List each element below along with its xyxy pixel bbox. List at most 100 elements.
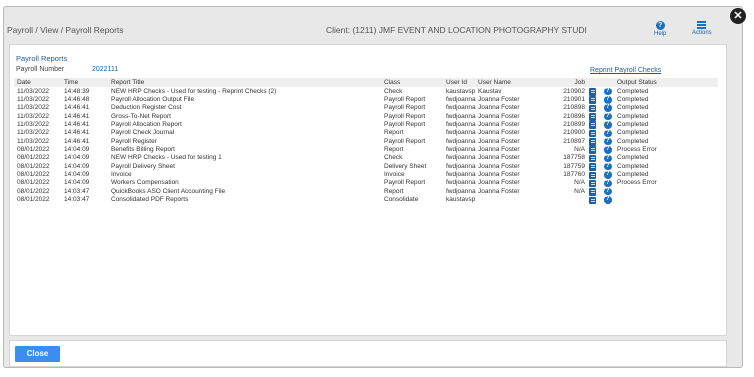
report-help-icon[interactable]: ? (604, 179, 612, 188)
report-help-icon[interactable]: ? (604, 146, 612, 154)
cell-user-name: Joanna Foster (478, 112, 520, 120)
col-output-status[interactable]: Output Status (617, 79, 657, 86)
report-help-icon[interactable]: ? (604, 112, 612, 121)
table-row: 11/03/2022 14:46:41 Payroll Allocation Rep… (14, 121, 718, 129)
col-class[interactable]: Class (384, 79, 400, 86)
help-label: Help (654, 31, 667, 37)
report-document-icon[interactable] (589, 196, 596, 205)
cell-report-title: Workers Compensation (111, 179, 179, 187)
report-document-icon[interactable] (589, 88, 596, 96)
report-help-icon[interactable]: ? (604, 121, 612, 129)
cell-report-title: Invoice (111, 171, 132, 178)
cell-user-name: Joanna Foster (478, 145, 520, 153)
cell-date: 11/03/2022 (17, 112, 50, 120)
table-row: 08/01/2022 14:04:09 Workers Compensation Pa… (14, 179, 718, 188)
col-job[interactable]: Job (524, 79, 585, 86)
cell-user-name: Kaustav (478, 87, 502, 95)
report-document-icon[interactable] (589, 179, 596, 188)
cell-user-name: Joanna Foster (478, 137, 520, 145)
cell-report-title: Gross-To-Net Report (111, 112, 171, 120)
cell-job: 187759 (563, 162, 585, 170)
report-document-icon[interactable] (589, 163, 596, 171)
report-help-icon[interactable]: ? (604, 187, 612, 196)
report-help-icon[interactable]: ? (604, 104, 612, 112)
cell-output-status: Completed (617, 95, 649, 103)
cell-job: N/A (574, 179, 585, 187)
report-document-icon[interactable] (589, 104, 596, 113)
cell-user-name: Joanna Foster (478, 129, 520, 137)
cell-time: 14:46:41 (64, 112, 90, 120)
cell-job: 187760 (563, 171, 585, 178)
report-document-icon[interactable] (589, 96, 596, 104)
cell-output-status: Completed (617, 120, 649, 128)
report-document-icon[interactable] (589, 138, 596, 146)
report-help-icon[interactable]: ? (604, 154, 612, 163)
report-help-icon[interactable]: ? (604, 162, 612, 171)
report-help-icon[interactable]: ? (604, 196, 612, 204)
actions-button[interactable]: Actions (692, 21, 712, 36)
cell-class: Report (384, 187, 404, 195)
cell-time: 14:04:09 (64, 154, 90, 162)
col-user-id[interactable]: User Id (446, 79, 479, 86)
cell-user-id: fwdjoanna (446, 104, 476, 112)
cell-time: 14:46:41 (64, 120, 90, 128)
report-help-icon[interactable]: ? (604, 87, 612, 96)
cell-job: N/A (574, 145, 585, 153)
cell-job: 210896 (563, 112, 585, 120)
reprint-payroll-checks-link[interactable]: Reprint Payroll Checks (590, 67, 661, 74)
cell-user-id: fwdjoanna (446, 129, 476, 137)
report-document-icon[interactable] (589, 121, 596, 129)
breadcrumb: Payroll / View / Payroll Reports (7, 25, 124, 35)
report-document-icon[interactable] (589, 129, 596, 138)
footer-bar: Close (9, 340, 727, 367)
col-report-title[interactable]: Report Title (111, 79, 144, 86)
cell-user-id: fwdjoanna (446, 145, 476, 153)
col-time[interactable]: Time (64, 79, 78, 86)
cell-class: Delivery Sheet (384, 162, 427, 170)
help-button[interactable]: ? Help (654, 21, 666, 37)
cell-class: Check (384, 154, 403, 162)
payroll-reports-window: Payroll / View / Payroll Reports Client:… (3, 6, 746, 368)
cell-report-title: NEW HRP Checks - Used for testing 1 (111, 154, 222, 162)
cell-job: 210901 (563, 95, 585, 103)
cell-output-status: Completed (617, 171, 649, 178)
cell-date: 11/03/2022 (17, 120, 50, 128)
report-document-icon[interactable] (589, 188, 596, 196)
cell-time: 14:46:48 (64, 95, 90, 103)
report-help-icon[interactable]: ? (604, 171, 612, 179)
cell-class: Invoice (384, 171, 405, 178)
report-document-icon[interactable] (589, 171, 596, 179)
cell-output-status: Process Error (617, 179, 657, 187)
report-help-icon[interactable]: ? (604, 129, 612, 138)
cell-job: 187758 (563, 154, 585, 162)
report-document-icon[interactable] (589, 154, 596, 163)
close-icon[interactable]: ✕ (730, 8, 746, 24)
cell-job: N/A (574, 187, 585, 195)
client-title: Client: (1211) JMF EVENT AND LOCATION PH… (326, 25, 587, 35)
panel-title: Payroll Reports (16, 54, 68, 63)
cell-class: Payroll Report (384, 95, 426, 103)
report-document-icon[interactable] (589, 113, 596, 121)
cell-user-name: Joanna Foster (478, 104, 520, 112)
cell-output-status: Completed (617, 129, 649, 137)
table-row: 11/03/2022 14:48:39 NEW HRP Checks - Used … (14, 88, 718, 96)
cell-time: 14:46:41 (64, 104, 90, 112)
actions-label: Actions (692, 30, 712, 36)
cell-time: 14:04:09 (64, 179, 90, 187)
table-row: 11/03/2022 14:46:41 Deduction Register Cos… (14, 104, 718, 113)
report-document-icon[interactable] (589, 146, 596, 154)
close-button[interactable]: Close (15, 346, 60, 362)
col-date[interactable]: Date (17, 79, 31, 86)
cell-class: Check (384, 87, 403, 95)
cell-job: 210900 (563, 129, 585, 137)
cell-report-title: Benefits Billing Report (111, 145, 175, 153)
col-user-name[interactable]: User Name (478, 79, 511, 86)
cell-job: 210898 (563, 104, 585, 112)
report-help-icon[interactable]: ? (604, 96, 612, 104)
report-help-icon[interactable]: ? (604, 137, 612, 146)
cell-user-id: fwdjoanna (446, 137, 476, 145)
cell-class: Payroll Report (384, 137, 426, 145)
cell-class: Report (384, 145, 404, 153)
cell-time: 14:03:47 (64, 196, 90, 204)
cell-time: 14:46:41 (64, 129, 90, 137)
